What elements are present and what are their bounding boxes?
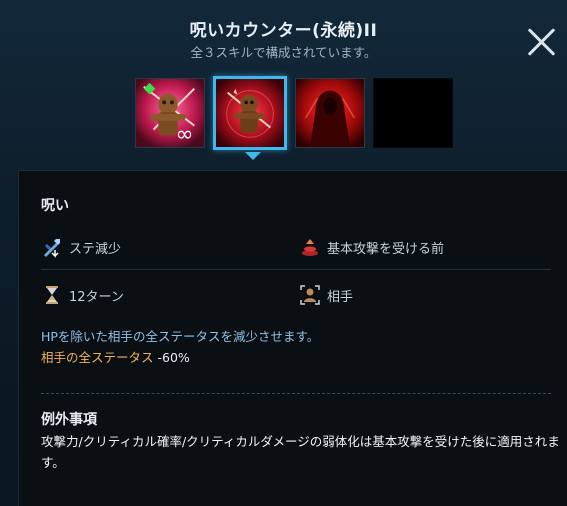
trigger-property: 基本攻撃を受ける前 — [299, 231, 444, 263]
hooded-figure-red-icon — [296, 79, 364, 147]
duration-property: 12ターン — [41, 279, 124, 311]
sword-down-icon — [41, 236, 63, 258]
page-subtitle: 全３スキルで構成されています。 — [190, 45, 377, 60]
effect-value: -60% — [157, 350, 190, 365]
property-row: 12ターン 相手 — [41, 279, 551, 311]
trigger-label: 基本攻撃を受ける前 — [327, 241, 445, 257]
skill-tile-3[interactable] — [295, 78, 365, 148]
close-icon[interactable] — [526, 26, 558, 58]
type-label: ステ減少 — [69, 241, 122, 257]
target-person-icon — [299, 284, 321, 306]
page-title: 呪いカウンター(永続)II — [189, 21, 378, 41]
exception-title: 例外事項 — [41, 412, 97, 428]
skill-detail-panel: 呪い ステ減少 基本攻撃を受ける前 12ターン 相手 HPを除いた相手の全ステー… — [18, 170, 567, 506]
voodoo-doll-red-icon — [216, 79, 284, 147]
skill-tile-2[interactable] — [213, 76, 287, 150]
selected-pointer — [245, 152, 261, 160]
skill-tile-empty — [373, 78, 453, 148]
exception-text: 攻撃力/クリティカル確率/クリティカルダメージの弱体化は基本攻撃を受けた後に適用… — [41, 434, 560, 470]
effect-label: 相手の全ステータス — [41, 350, 154, 365]
section-title: 呪い — [41, 198, 69, 214]
row-divider — [41, 269, 551, 270]
voodoo-doll-infinity-icon: ∞ — [136, 79, 204, 147]
target-property: 相手 — [299, 279, 353, 311]
trigger-icon — [299, 236, 321, 258]
hourglass-icon — [41, 284, 63, 306]
duration-label: 12ターン — [69, 289, 124, 305]
effect-line: 相手の全ステータス -60% — [41, 347, 190, 366]
property-row: ステ減少 基本攻撃を受ける前 — [41, 231, 551, 263]
section-divider — [41, 393, 551, 394]
type-property: ステ減少 — [41, 231, 121, 263]
svg-text:∞: ∞ — [176, 122, 194, 147]
skill-tile-1[interactable]: ∞ — [135, 78, 205, 148]
skill-description: HPを除いた相手の全ステータスを減少させます。 — [41, 329, 320, 344]
target-label: 相手 — [327, 289, 354, 305]
